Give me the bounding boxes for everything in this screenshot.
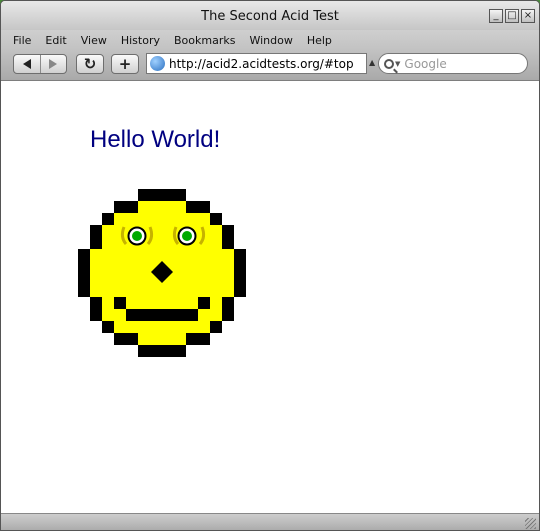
reload-icon: ↻ bbox=[83, 55, 97, 73]
resize-grip-icon[interactable] bbox=[525, 518, 536, 529]
window-controls: _ □ × bbox=[489, 9, 535, 23]
face-outline-lower-left bbox=[102, 321, 114, 333]
menu-history[interactable]: History bbox=[121, 34, 160, 47]
globe-icon bbox=[150, 56, 165, 71]
face-outline-right-lower bbox=[222, 297, 234, 321]
window-title: The Second Acid Test bbox=[201, 9, 339, 24]
left-eye-pupil bbox=[132, 231, 142, 241]
right-eye-pupil bbox=[182, 231, 192, 241]
toolbar: ↻ + http://acid2.acidtests.org/#top ▲ ▼ … bbox=[1, 50, 539, 81]
back-button[interactable] bbox=[14, 55, 40, 73]
face-outline-bottom bbox=[138, 345, 186, 357]
menu-view[interactable]: View bbox=[81, 34, 107, 47]
face-outline-top bbox=[138, 189, 186, 201]
forward-arrow-icon bbox=[49, 59, 58, 69]
face-outline-left-upper bbox=[90, 225, 102, 249]
close-button[interactable]: × bbox=[521, 9, 535, 23]
browser-window: The Second Acid Test _ □ × File Edit Vie… bbox=[0, 0, 540, 531]
face-outline-upper-left bbox=[102, 213, 114, 225]
right-eye bbox=[177, 226, 197, 246]
forward-button[interactable] bbox=[39, 55, 67, 73]
menu-bookmarks[interactable]: Bookmarks bbox=[174, 34, 235, 47]
face-outline-upper-right bbox=[210, 213, 222, 225]
search-icon bbox=[384, 58, 394, 69]
face-outline-left bbox=[78, 249, 90, 297]
face-outline-top-left bbox=[114, 201, 138, 213]
face-outline-bottom-right bbox=[186, 333, 210, 345]
search-input[interactable]: ▼ Google bbox=[378, 53, 528, 74]
back-arrow-icon bbox=[22, 59, 31, 69]
minimize-button[interactable]: _ bbox=[489, 9, 503, 23]
add-bookmark-button[interactable]: + bbox=[111, 54, 139, 74]
menu-edit[interactable]: Edit bbox=[45, 34, 66, 47]
smile-left-corner bbox=[114, 297, 126, 309]
address-bar[interactable]: http://acid2.acidtests.org/#top bbox=[146, 53, 367, 74]
face-outline-left-lower bbox=[90, 297, 102, 321]
back-forward-group bbox=[13, 54, 67, 74]
menu-help[interactable]: Help bbox=[307, 34, 332, 47]
menu-bar: File Edit View History Bookmarks Window … bbox=[1, 30, 539, 50]
menu-file[interactable]: File bbox=[13, 34, 31, 47]
face-outline-right-upper bbox=[222, 225, 234, 249]
page-content: Hello World! bbox=[6, 82, 536, 513]
face-outline-top-right bbox=[186, 201, 210, 213]
status-bar bbox=[1, 513, 539, 530]
reload-button[interactable]: ↻ bbox=[76, 54, 104, 74]
acid2-smiley-face bbox=[78, 189, 246, 357]
chevron-down-icon: ▼ bbox=[395, 59, 401, 68]
face-outline-right bbox=[234, 249, 246, 297]
smile-mouth bbox=[126, 309, 198, 321]
face-outline-lower-right bbox=[210, 321, 222, 333]
title-bar[interactable]: The Second Acid Test _ □ × bbox=[1, 1, 539, 30]
url-text: http://acid2.acidtests.org/#top bbox=[169, 56, 354, 71]
smile-right-corner bbox=[198, 297, 210, 309]
maximize-button[interactable]: □ bbox=[505, 9, 519, 23]
plus-icon: + bbox=[118, 55, 132, 73]
left-eye bbox=[127, 226, 147, 246]
search-placeholder: Google bbox=[404, 56, 447, 71]
menu-window[interactable]: Window bbox=[249, 34, 292, 47]
chevron-up-icon[interactable]: ▲ bbox=[369, 58, 375, 67]
face-outline-bottom-left bbox=[114, 333, 138, 345]
